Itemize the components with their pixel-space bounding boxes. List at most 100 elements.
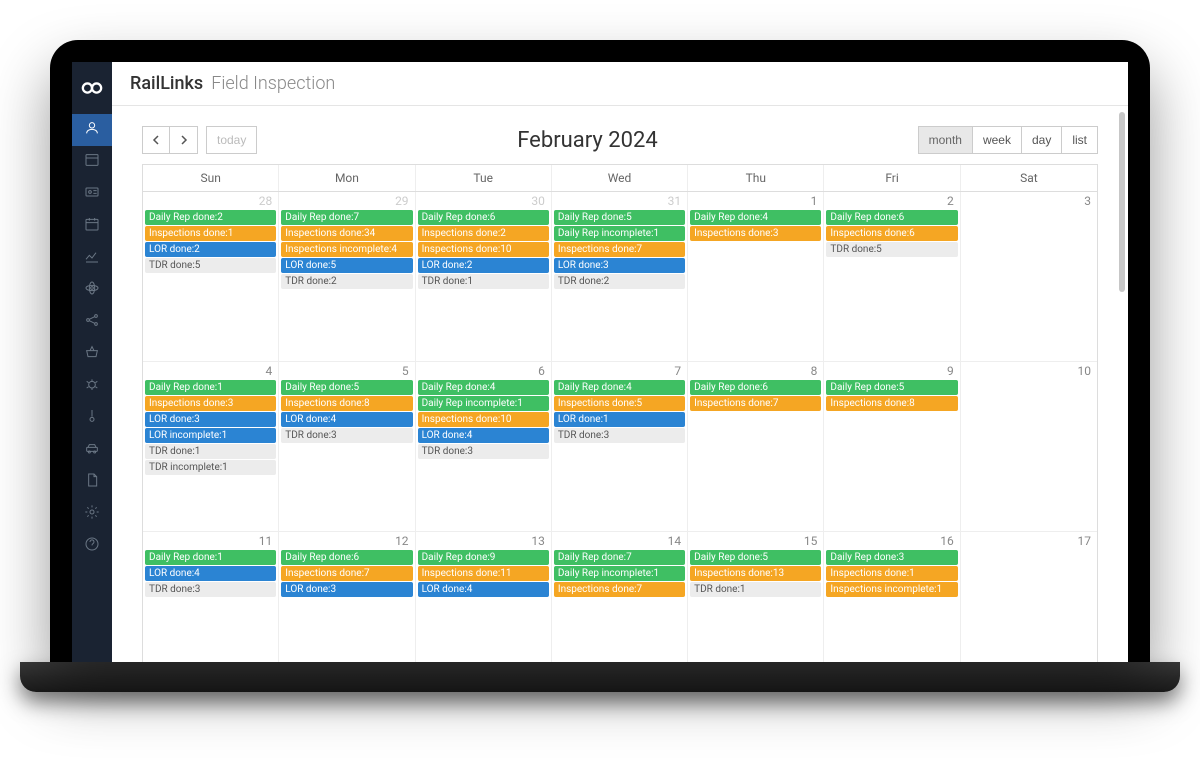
view-week-button[interactable]: week (973, 126, 1022, 154)
calendar-event[interactable]: TDR done:3 (281, 428, 412, 443)
calendar-event[interactable]: Daily Rep incomplete:1 (554, 226, 685, 241)
calendar-cell[interactable]: 14Daily Rep done:7Daily Rep incomplete:1… (552, 532, 688, 662)
calendar-event[interactable]: LOR incomplete:1 (145, 428, 276, 443)
calendar-event[interactable]: Inspections done:10 (418, 242, 549, 257)
sidebar-item-help[interactable] (72, 530, 112, 562)
view-day-button[interactable]: day (1022, 126, 1062, 154)
calendar-event[interactable]: LOR done:4 (281, 412, 412, 427)
calendar-event[interactable]: Inspections done:7 (554, 582, 685, 597)
calendar-event[interactable]: Daily Rep done:5 (554, 210, 685, 225)
next-button[interactable] (170, 126, 198, 154)
calendar-cell[interactable]: 5Daily Rep done:5Inspections done:8LOR d… (279, 362, 415, 532)
calendar-cell[interactable]: 17 (961, 532, 1097, 662)
calendar-cell[interactable]: 29Daily Rep done:7Inspections done:34Ins… (279, 192, 415, 362)
calendar-event[interactable]: Daily Rep incomplete:1 (554, 566, 685, 581)
calendar-event[interactable]: Inspections incomplete:4 (281, 242, 412, 257)
calendar-cell[interactable]: 7Daily Rep done:4Inspections done:5LOR d… (552, 362, 688, 532)
calendar-cell[interactable]: 2Daily Rep done:6Inspections done:6TDR d… (824, 192, 960, 362)
calendar-event[interactable]: Daily Rep done:1 (145, 380, 276, 395)
calendar-event[interactable]: TDR done:1 (690, 582, 821, 597)
calendar-event[interactable]: Daily Rep done:7 (281, 210, 412, 225)
calendar-event[interactable]: TDR done:3 (145, 582, 276, 597)
calendar-cell[interactable]: 8Daily Rep done:6Inspections done:7 (688, 362, 824, 532)
calendar-event[interactable]: LOR done:3 (145, 412, 276, 427)
calendar-event[interactable]: Daily Rep done:6 (690, 380, 821, 395)
view-list-button[interactable]: list (1062, 126, 1098, 154)
calendar-cell[interactable]: 3 (961, 192, 1097, 362)
sidebar-item-car[interactable] (72, 434, 112, 466)
calendar-event[interactable]: TDR done:1 (145, 444, 276, 459)
calendar-event[interactable]: Inspections done:2 (418, 226, 549, 241)
calendar-event[interactable]: Daily Rep done:1 (145, 550, 276, 565)
sidebar-item-window[interactable] (72, 146, 112, 178)
calendar-event[interactable]: Daily Rep done:4 (690, 210, 821, 225)
calendar-cell[interactable]: 13Daily Rep done:9Inspections done:11LOR… (416, 532, 552, 662)
calendar-cell[interactable]: 30Daily Rep done:6Inspections done:2Insp… (416, 192, 552, 362)
calendar-cell[interactable]: 4Daily Rep done:1Inspections done:3LOR d… (143, 362, 279, 532)
calendar-event[interactable]: Daily Rep done:6 (281, 550, 412, 565)
calendar-event[interactable]: TDR done:3 (554, 428, 685, 443)
sidebar-item-bug[interactable] (72, 370, 112, 402)
sidebar-item-calendar[interactable] (72, 210, 112, 242)
calendar-cell[interactable]: 11Daily Rep done:1LOR done:4TDR done:3 (143, 532, 279, 662)
scrollbar-thumb[interactable] (1119, 112, 1125, 292)
calendar-event[interactable]: Daily Rep done:7 (554, 550, 685, 565)
sidebar-item-thermometer[interactable] (72, 402, 112, 434)
calendar-event[interactable]: Daily Rep done:9 (418, 550, 549, 565)
calendar-cell[interactable]: 9Daily Rep done:5Inspections done:8 (824, 362, 960, 532)
calendar-event[interactable]: LOR done:3 (554, 258, 685, 273)
calendar-event[interactable]: LOR done:1 (554, 412, 685, 427)
sidebar-item-id-card[interactable] (72, 178, 112, 210)
calendar-cell[interactable]: 15Daily Rep done:5Inspections done:13TDR… (688, 532, 824, 662)
prev-button[interactable] (142, 126, 170, 154)
sidebar-item-share[interactable] (72, 306, 112, 338)
calendar-cell[interactable]: 6Daily Rep done:4Daily Rep incomplete:1I… (416, 362, 552, 532)
calendar-event[interactable]: Inspections done:13 (690, 566, 821, 581)
calendar-event[interactable]: TDR done:1 (418, 274, 549, 289)
calendar-event[interactable]: Inspections done:8 (826, 396, 957, 411)
calendar-event[interactable]: Daily Rep done:4 (554, 380, 685, 395)
calendar-event[interactable]: LOR done:5 (281, 258, 412, 273)
calendar-event[interactable]: Inspections done:1 (145, 226, 276, 241)
sidebar-item-file[interactable] (72, 466, 112, 498)
calendar-event[interactable]: Daily Rep done:6 (826, 210, 957, 225)
today-button[interactable]: today (206, 126, 257, 154)
calendar-event[interactable]: Daily Rep done:5 (281, 380, 412, 395)
calendar-event[interactable]: Inspections incomplete:1 (826, 582, 957, 597)
calendar-event[interactable]: Inspections done:7 (690, 396, 821, 411)
calendar-event[interactable]: TDR incomplete:1 (145, 460, 276, 475)
calendar-event[interactable]: TDR done:2 (554, 274, 685, 289)
calendar-cell[interactable]: 28Daily Rep done:2Inspections done:1LOR … (143, 192, 279, 362)
calendar-event[interactable]: LOR done:2 (145, 242, 276, 257)
calendar-event[interactable]: LOR done:4 (418, 428, 549, 443)
calendar-cell[interactable]: 31Daily Rep done:5Daily Rep incomplete:1… (552, 192, 688, 362)
calendar-event[interactable]: LOR done:4 (145, 566, 276, 581)
calendar-event[interactable]: Daily Rep done:5 (690, 550, 821, 565)
sidebar-item-chart[interactable] (72, 242, 112, 274)
calendar-event[interactable]: Inspections done:3 (690, 226, 821, 241)
scrollbar[interactable] (1119, 112, 1125, 652)
calendar-cell[interactable]: 12Daily Rep done:6Inspections done:7LOR … (279, 532, 415, 662)
calendar-event[interactable]: Daily Rep done:4 (418, 380, 549, 395)
calendar-event[interactable]: Inspections done:34 (281, 226, 412, 241)
calendar-event[interactable]: Daily Rep incomplete:1 (418, 396, 549, 411)
sidebar-item-atom[interactable] (72, 274, 112, 306)
calendar-event[interactable]: TDR done:5 (145, 258, 276, 273)
calendar-event[interactable]: TDR done:3 (418, 444, 549, 459)
calendar-event[interactable]: Inspections done:6 (826, 226, 957, 241)
calendar-event[interactable]: Inspections done:7 (554, 242, 685, 257)
calendar-event[interactable]: Inspections done:7 (281, 566, 412, 581)
calendar-cell[interactable]: 16Daily Rep done:3Inspections done:1Insp… (824, 532, 960, 662)
calendar-cell[interactable]: 10 (961, 362, 1097, 532)
calendar-event[interactable]: Inspections done:11 (418, 566, 549, 581)
sidebar-item-user[interactable] (72, 114, 112, 146)
calendar-event[interactable]: Inspections done:5 (554, 396, 685, 411)
calendar-event[interactable]: Daily Rep done:2 (145, 210, 276, 225)
calendar-event[interactable]: LOR done:4 (418, 582, 549, 597)
view-month-button[interactable]: month (918, 126, 973, 154)
calendar-event[interactable]: TDR done:5 (826, 242, 957, 257)
calendar-event[interactable]: Inspections done:10 (418, 412, 549, 427)
calendar-event[interactable]: Inspections done:3 (145, 396, 276, 411)
calendar-event[interactable]: Daily Rep done:3 (826, 550, 957, 565)
calendar-cell[interactable]: 1Daily Rep done:4Inspections done:3 (688, 192, 824, 362)
